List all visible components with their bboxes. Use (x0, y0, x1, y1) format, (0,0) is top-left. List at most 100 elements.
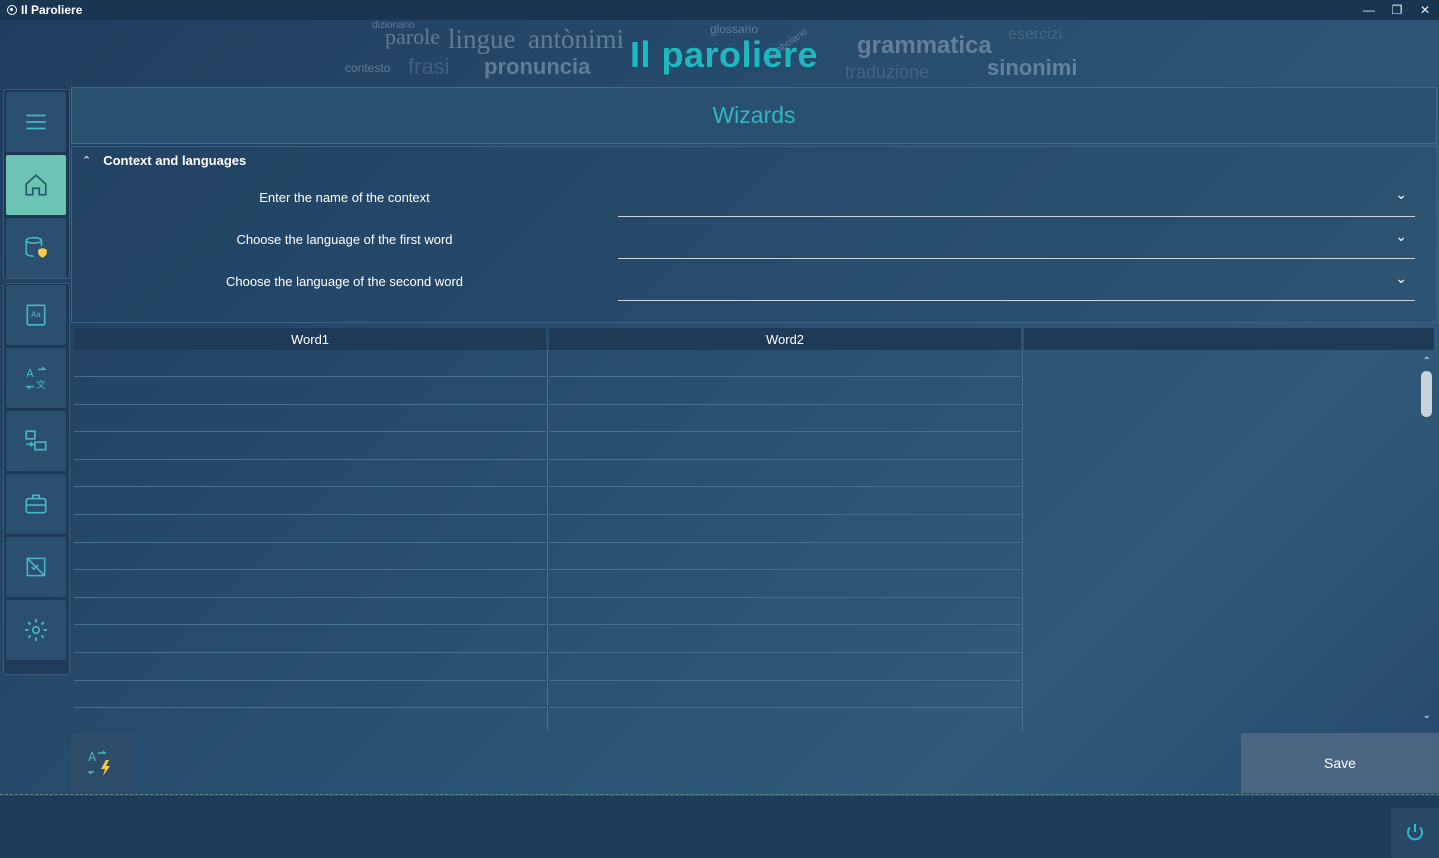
banner-word: pronuncia (484, 54, 591, 79)
sidebar-item-settings[interactable] (6, 600, 66, 660)
sidebar-item-menu[interactable] (6, 92, 66, 152)
window-controls: — ❐ ✕ (1355, 0, 1439, 20)
column-header-empty[interactable] (1024, 328, 1434, 350)
table-row[interactable] (74, 598, 546, 626)
sidebar-item-translate[interactable]: A文 (6, 348, 66, 408)
chevron-down-icon: ⌄ (1395, 228, 1407, 244)
banner-word: sinonimi (987, 55, 1078, 80)
close-icon[interactable]: ✕ (1411, 0, 1439, 20)
sidebar-group-top (3, 89, 70, 279)
home-icon (25, 174, 47, 196)
table-row[interactable] (549, 709, 1021, 731)
power-icon (1407, 824, 1423, 841)
page-header: Wizards (71, 87, 1437, 144)
table-row[interactable] (74, 626, 546, 653)
save-button[interactable]: Save (1241, 733, 1439, 793)
scrollbar-thumb[interactable] (1421, 371, 1432, 417)
menu-icon (26, 114, 46, 130)
table-row[interactable] (74, 709, 546, 731)
table-row[interactable] (549, 543, 1021, 571)
sidebar-item-briefcase[interactable] (6, 474, 66, 534)
sidebar-group-bottom: Aa A文 (3, 283, 70, 675)
table-row[interactable] (74, 516, 546, 543)
svg-text:文: 文 (36, 378, 46, 391)
translate-lightning-icon: A (87, 750, 110, 776)
checklist-icon (26, 557, 46, 577)
table-row[interactable] (74, 543, 546, 571)
briefcase-icon (25, 494, 47, 514)
banner-word: antònimi (528, 24, 624, 54)
words-grid[interactable]: Word1 Word2 ⌃ ⌄ (71, 326, 1437, 731)
context-languages-expander: ⌃ Context and languages Enter the name o… (71, 146, 1437, 323)
table-row[interactable] (74, 571, 546, 598)
table-row[interactable] (74, 681, 546, 709)
transfer-icon (25, 430, 47, 451)
title-bar: Il Paroliere — ❐ ✕ (0, 0, 1439, 20)
translate-icon: A文 (25, 366, 47, 391)
second-language-label: Choose the language of the second word (225, 274, 464, 289)
auto-translate-button[interactable]: A (71, 733, 131, 793)
table-row[interactable] (549, 433, 1021, 460)
column-divider (547, 350, 548, 731)
banner-word: traduzione (845, 62, 930, 82)
context-name-combo[interactable]: ⌄ (618, 186, 1415, 217)
banner-word: esercizi (1008, 26, 1063, 43)
table-row[interactable] (549, 350, 1021, 377)
table-row[interactable] (549, 488, 1021, 515)
table-row[interactable] (549, 681, 1021, 709)
minimize-icon[interactable]: — (1355, 0, 1383, 20)
table-row[interactable] (549, 598, 1021, 626)
table-row[interactable] (549, 460, 1021, 488)
brand-logo-text: Il paroliere (630, 34, 819, 75)
dictionary-icon: Aa (26, 304, 46, 326)
table-row[interactable] (549, 571, 1021, 598)
scroll-down-icon[interactable]: ⌄ (1423, 710, 1431, 721)
table-row[interactable] (74, 460, 546, 488)
chevron-down-icon: ⌄ (1395, 186, 1407, 202)
column-header-word1[interactable]: Word1 (74, 328, 546, 350)
context-name-label: Enter the name of the context (259, 190, 430, 205)
divider (0, 794, 1439, 795)
sidebar-item-dictionary[interactable]: Aa (6, 285, 66, 345)
scroll-up-icon[interactable]: ⌃ (1423, 356, 1431, 367)
table-row[interactable] (549, 516, 1021, 543)
chevron-up-icon[interactable]: ⌃ (82, 154, 91, 167)
table-row[interactable] (549, 654, 1021, 681)
app-icon (7, 5, 17, 15)
table-row[interactable] (74, 405, 546, 433)
table-row[interactable] (74, 488, 546, 515)
first-language-label: Choose the language of the first word (236, 232, 453, 247)
column-header-word2[interactable]: Word2 (549, 328, 1021, 350)
sidebar-item-database[interactable] (6, 218, 66, 278)
table-row[interactable] (549, 378, 1021, 405)
sidebar-item-checklist[interactable] (6, 537, 66, 597)
table-row[interactable] (74, 378, 546, 405)
page-title: Wizards (712, 102, 796, 128)
svg-text:A: A (88, 750, 97, 764)
sidebar-item-home[interactable] (6, 155, 66, 215)
expander-header[interactable]: ⌃ Context and languages (82, 153, 246, 168)
expander-title: Context and languages (103, 153, 247, 168)
banner-word: frasi (408, 54, 450, 79)
database-shield-icon (25, 236, 47, 258)
banner-word: parole (385, 24, 440, 49)
table-row[interactable] (549, 626, 1021, 653)
table-row[interactable] (549, 405, 1021, 433)
banner-word: grammatica (857, 32, 992, 59)
table-row[interactable] (74, 654, 546, 681)
word-cloud-banner: dizionario parole lingue antònimi glossa… (0, 20, 1439, 85)
chevron-down-icon: ⌄ (1395, 270, 1407, 286)
table-row[interactable] (74, 350, 546, 377)
power-button[interactable] (1391, 808, 1439, 858)
column-divider (1022, 350, 1023, 731)
table-row[interactable] (74, 433, 546, 460)
sidebar-item-transfer[interactable] (6, 411, 66, 471)
first-language-combo[interactable]: ⌄ (618, 228, 1415, 259)
settings-icon (25, 619, 47, 641)
restore-icon[interactable]: ❐ (1383, 0, 1411, 20)
app-title: Il Paroliere (21, 3, 83, 17)
footer-bar (0, 796, 1439, 858)
svg-text:Aa: Aa (31, 310, 41, 319)
banner-word: lingue (448, 24, 516, 54)
second-language-combo[interactable]: ⌄ (618, 270, 1415, 301)
